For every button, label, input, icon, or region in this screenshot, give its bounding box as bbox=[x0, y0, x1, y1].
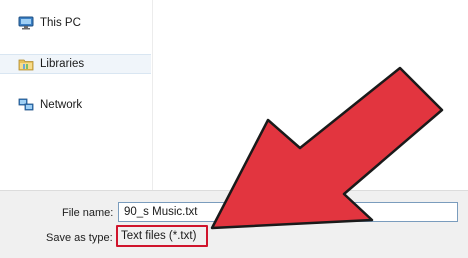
file-list-pane bbox=[153, 0, 468, 190]
computer-icon bbox=[18, 16, 34, 30]
nav-item-libraries[interactable]: Libraries bbox=[0, 54, 151, 74]
nav-item-label: Libraries bbox=[40, 58, 85, 70]
file-name-input[interactable]: 90_s Music.txt bbox=[118, 202, 458, 222]
red-highlight-box bbox=[116, 225, 208, 247]
libraries-icon bbox=[18, 57, 34, 71]
save-options-bar: File name: 90_s Music.txt Save as type: … bbox=[0, 190, 468, 258]
nav-item-this-pc[interactable]: This PC bbox=[18, 13, 81, 33]
save-as-type-label: Save as type: bbox=[46, 232, 113, 244]
nav-item-network[interactable]: Network bbox=[18, 95, 82, 115]
file-name-label: File name: bbox=[62, 207, 114, 219]
navigation-pane: This PC Libraries Network bbox=[0, 0, 153, 190]
network-icon bbox=[18, 98, 34, 112]
nav-item-label: Network bbox=[40, 99, 83, 111]
nav-item-label: This PC bbox=[40, 17, 81, 29]
